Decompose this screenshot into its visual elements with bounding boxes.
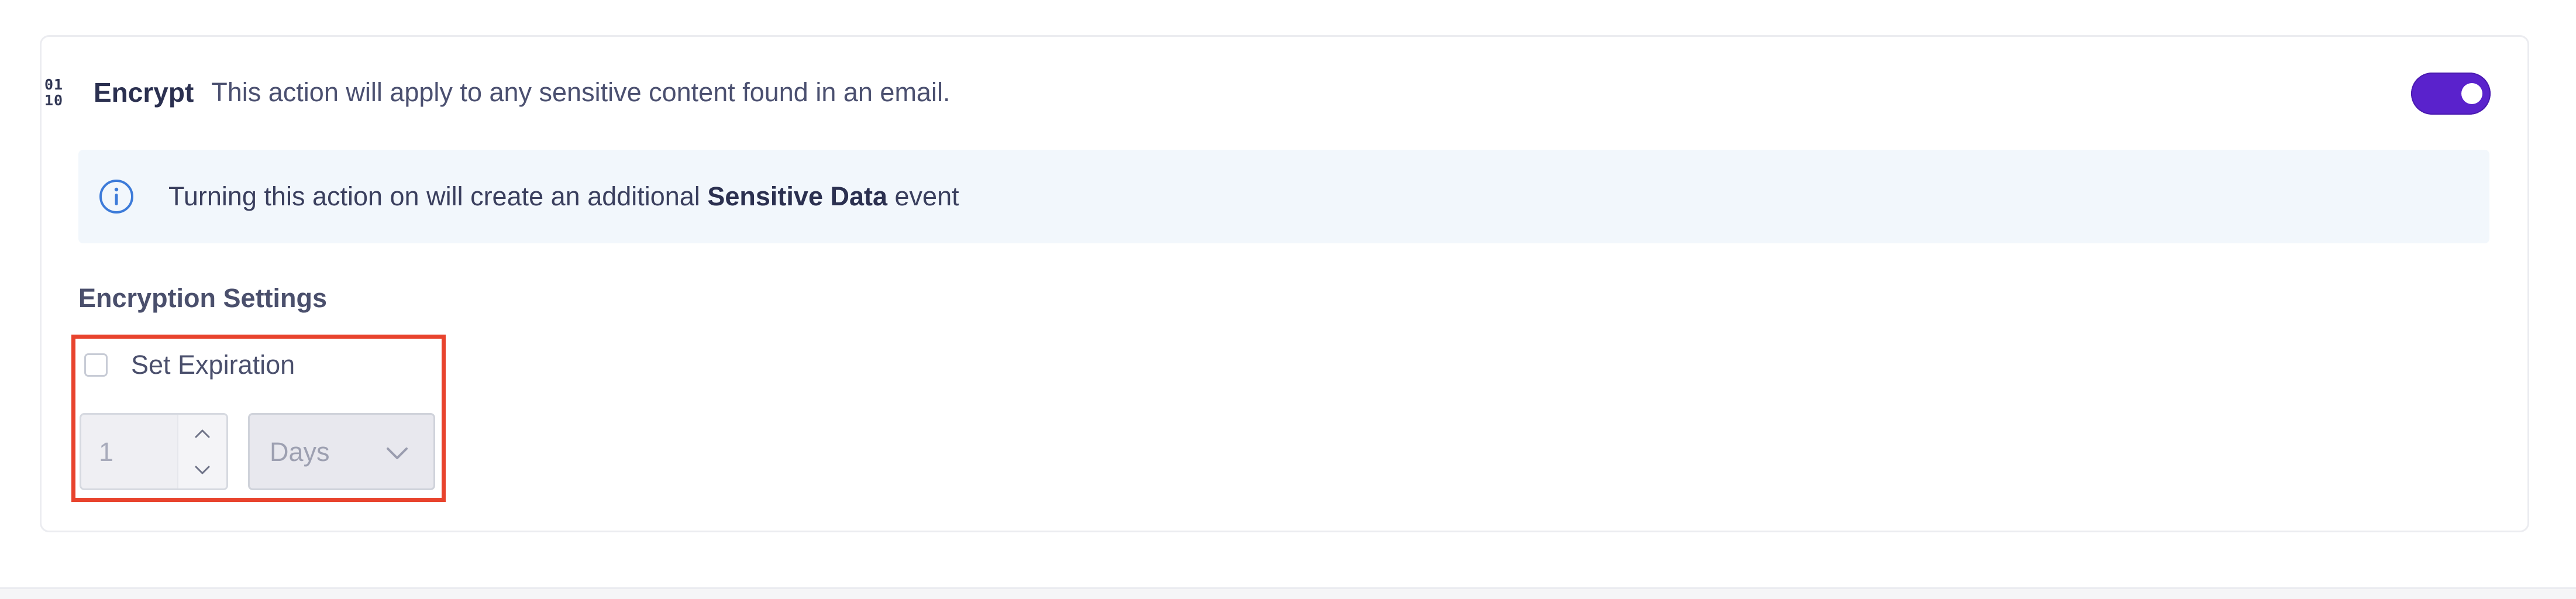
decrement-button[interactable] xyxy=(178,452,226,488)
increment-button[interactable] xyxy=(178,415,226,452)
set-expiration-row[interactable]: Set Expiration xyxy=(84,349,295,381)
expiration-unit-value[interactable]: Days xyxy=(270,437,330,467)
set-expiration-label[interactable]: Set Expiration xyxy=(131,350,295,380)
select-chevron-down-icon xyxy=(384,443,410,464)
expiration-number-input[interactable]: 1 xyxy=(80,413,228,490)
chevron-up-icon xyxy=(195,429,210,438)
encrypt-action-header: 01 10 Encrypt This action will apply to … xyxy=(44,76,950,109)
expiration-value[interactable]: 1 xyxy=(99,437,113,467)
number-stepper xyxy=(177,415,226,488)
toggle-knob xyxy=(2461,83,2482,104)
info-icon xyxy=(98,178,135,215)
action-description: This action will apply to any sensitive … xyxy=(211,77,950,107)
action-title: Encrypt xyxy=(94,77,194,108)
encryption-settings-title: Encryption Settings xyxy=(78,283,328,313)
chevron-down-icon xyxy=(195,466,210,474)
binary-icon-top: 01 xyxy=(44,76,64,93)
binary-icon: 01 10 xyxy=(44,76,69,109)
set-expiration-checkbox[interactable] xyxy=(84,353,108,377)
binary-icon-bottom: 10 xyxy=(44,92,64,109)
expiration-unit-select[interactable]: Days xyxy=(248,413,435,490)
encrypt-toggle[interactable] xyxy=(2411,73,2491,115)
info-text: Turning this action on will create an ad… xyxy=(168,181,959,212)
info-text-bold: Sensitive Data xyxy=(707,181,888,211)
info-text-before: Turning this action on will create an ad… xyxy=(168,181,700,211)
info-text-after: event xyxy=(894,181,959,211)
bottom-divider xyxy=(0,587,2576,599)
info-banner: Turning this action on will create an ad… xyxy=(78,150,2489,243)
